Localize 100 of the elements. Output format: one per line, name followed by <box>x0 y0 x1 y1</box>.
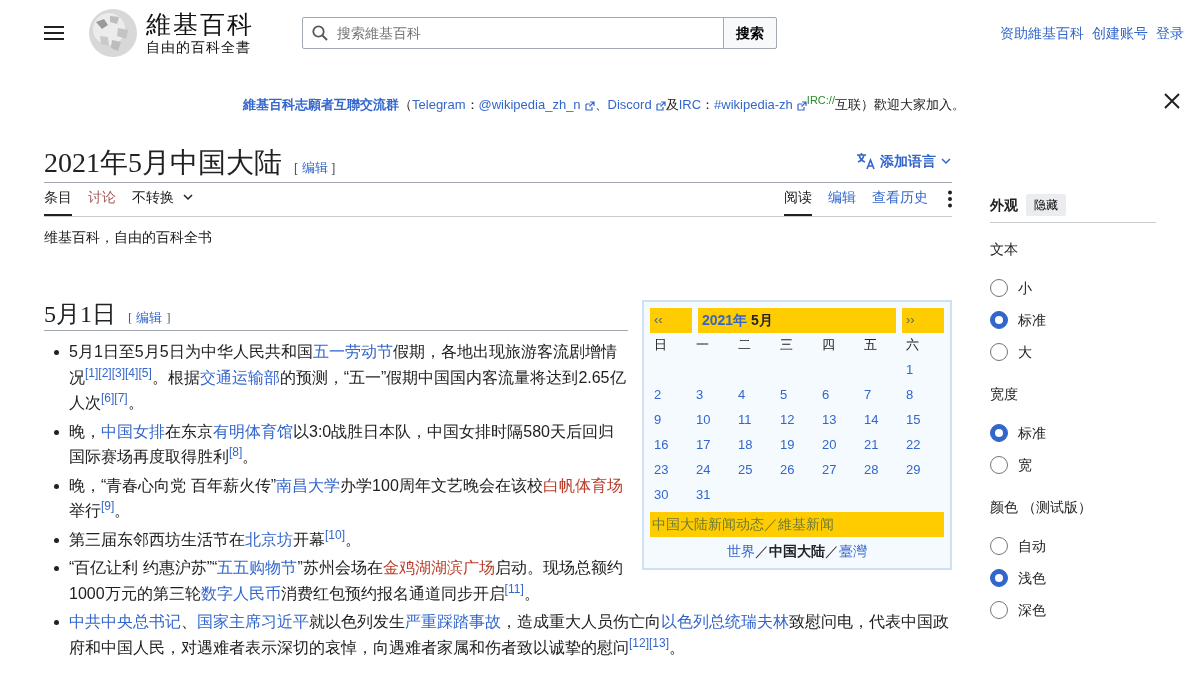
article-link[interactable]: 北京坊 <box>245 530 293 548</box>
region-link[interactable]: 中国大陆 <box>769 542 825 559</box>
user-link[interactable]: 创建账号 <box>1092 22 1148 44</box>
add-language-button[interactable]: 添加语言 <box>856 150 952 172</box>
calendar-day[interactable]: 23 <box>654 462 669 478</box>
reference-link[interactable]: [5] <box>138 365 152 380</box>
calendar-day[interactable]: 20 <box>822 437 837 453</box>
article-link[interactable]: 五一劳动节 <box>312 343 393 361</box>
calendar-day[interactable]: 15 <box>906 412 921 428</box>
page-tab[interactable]: 不转换 <box>132 180 194 216</box>
reference-link[interactable]: [1] <box>85 365 99 380</box>
radio-button[interactable] <box>990 569 1008 587</box>
edit-link[interactable]: 编辑 <box>301 160 328 175</box>
article-link[interactable]: 严重踩踏事故 <box>405 613 501 631</box>
view-tab[interactable]: 查看历史 <box>872 180 928 216</box>
reference-link[interactable]: [8] <box>229 445 243 460</box>
article-link[interactable]: 五五购物节 <box>217 559 298 577</box>
edit-link[interactable]: 编辑 <box>136 309 163 325</box>
radio-button[interactable] <box>990 424 1008 442</box>
calendar-day[interactable]: 5 <box>780 387 788 403</box>
user-link[interactable]: 登录 <box>1156 22 1184 44</box>
calendar-day[interactable]: 28 <box>864 462 879 478</box>
article-link[interactable]: 以色列总统瑞夫林 <box>661 613 789 631</box>
article-link[interactable]: 中国女排 <box>101 422 165 440</box>
article-link[interactable]: 国家主席习近平 <box>197 613 309 631</box>
calendar-day[interactable]: 9 <box>654 412 662 428</box>
close-button[interactable] <box>1164 93 1180 109</box>
reference-link[interactable]: [2] <box>98 365 112 380</box>
calendar-day[interactable]: 19 <box>780 437 795 453</box>
missing-article-link[interactable]: 白帆体育场 <box>542 476 623 494</box>
reference-link[interactable]: [11] <box>504 581 524 596</box>
reference-link[interactable]: [13] <box>649 635 670 650</box>
external-link[interactable]: Discord <box>607 97 666 113</box>
external-link[interactable]: @wikipedia_zh_n <box>478 97 595 113</box>
radio-button[interactable] <box>990 601 1008 619</box>
calendar-day[interactable]: 13 <box>822 412 837 428</box>
calendar-day[interactable]: 22 <box>906 437 921 453</box>
calendar-day[interactable]: 14 <box>864 412 879 428</box>
reference-link[interactable]: [9] <box>101 499 115 514</box>
radio-button[interactable] <box>990 279 1008 297</box>
calendar-day[interactable]: 26 <box>780 462 795 478</box>
banner-link[interactable]: IRC <box>678 97 702 113</box>
banner-link[interactable]: Telegram <box>412 97 466 113</box>
article-link[interactable]: 南昌大学 <box>276 476 341 494</box>
calendar-day[interactable]: 6 <box>822 387 830 403</box>
calendar-day[interactable]: 17 <box>696 437 711 453</box>
calendar-day[interactable]: 30 <box>654 487 669 503</box>
view-tab[interactable]: 编辑 <box>828 180 856 216</box>
calendar-day[interactable]: 3 <box>696 387 704 403</box>
view-tab[interactable]: 阅读 <box>784 180 812 216</box>
news-link[interactable]: 維基新闻 <box>778 515 834 532</box>
next-month-link[interactable]: ›› <box>902 307 944 333</box>
radio-button[interactable] <box>990 343 1008 361</box>
weekday-label: 一 <box>695 336 710 355</box>
menu-button[interactable] <box>44 25 64 41</box>
user-link[interactable]: 资助維基百科 <box>1000 22 1084 44</box>
calendar-day[interactable]: 8 <box>906 387 914 403</box>
reference-link[interactable]: [4] <box>125 365 139 380</box>
calendar-day[interactable]: 18 <box>738 437 753 453</box>
search-field[interactable]: 搜索維基百科 <box>302 17 724 49</box>
radio-button[interactable] <box>990 537 1008 555</box>
calendar-day[interactable]: 31 <box>696 487 711 503</box>
calendar-day[interactable]: 7 <box>864 387 872 403</box>
reference-link[interactable]: [12] <box>629 635 649 650</box>
missing-article-link[interactable]: 金鸡湖湖滨广场 <box>382 559 495 577</box>
calendar-day[interactable]: 25 <box>738 462 753 478</box>
news-link[interactable]: 中国大陆新闻动态 <box>652 515 764 532</box>
calendar-day[interactable]: 24 <box>696 462 711 478</box>
region-link[interactable]: 臺灣 <box>839 542 867 559</box>
radio-button[interactable] <box>990 456 1008 474</box>
article-link[interactable]: 数字人民币 <box>200 584 281 602</box>
calendar-day[interactable]: 4 <box>738 387 746 403</box>
region-link[interactable]: 世界 <box>727 542 755 559</box>
calendar-day[interactable]: 1 <box>906 362 914 378</box>
radio-button[interactable] <box>990 311 1008 329</box>
banner-link[interactable]: 維基百科志願者互聯交流群 <box>243 97 400 113</box>
hide-button[interactable]: 隐藏 <box>1026 194 1066 216</box>
calendar-day[interactable]: 12 <box>780 412 795 428</box>
reference-link[interactable]: [10] <box>325 527 345 542</box>
article-link[interactable]: 有明体育馆 <box>213 422 293 440</box>
external-link[interactable]: #wikipedia-zh <box>714 97 807 113</box>
more-button[interactable] <box>948 189 952 208</box>
previous-month-link[interactable]: ‹‹ <box>650 307 692 333</box>
article-link[interactable]: 中共中央总书记 <box>69 613 181 631</box>
calendar-day[interactable]: 29 <box>906 462 921 478</box>
calendar-day[interactable]: 21 <box>864 437 879 453</box>
search-button[interactable]: 搜索 <box>723 17 777 49</box>
calendar-day[interactable]: 16 <box>654 437 669 453</box>
reference-link[interactable]: [6] <box>101 391 115 406</box>
page-tab[interactable]: 条目 <box>44 180 72 216</box>
year-link[interactable]: 2021年 <box>702 311 748 328</box>
calendar-day[interactable]: 10 <box>696 412 711 428</box>
calendar-day[interactable]: 27 <box>822 462 837 478</box>
reference-link[interactable]: [7] <box>114 391 128 406</box>
calendar-day[interactable]: 2 <box>654 387 662 403</box>
weekday-label: 日 <box>653 336 668 355</box>
page-tab[interactable]: 讨论 <box>88 180 116 216</box>
article-link[interactable]: 交通运输部 <box>199 368 280 386</box>
reference-link[interactable]: [3] <box>111 365 126 380</box>
calendar-day[interactable]: 11 <box>738 412 752 428</box>
